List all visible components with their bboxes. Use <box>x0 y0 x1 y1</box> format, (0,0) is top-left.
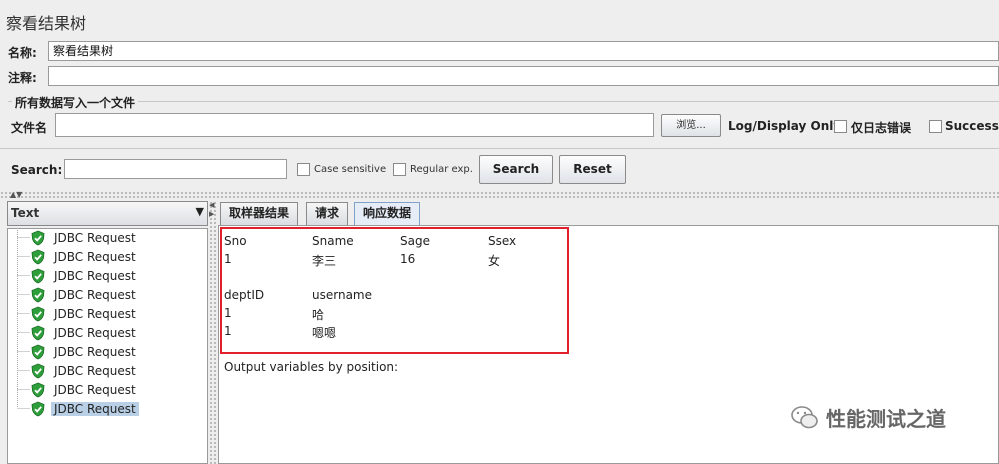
tree-item-label: JDBC Request <box>54 325 136 340</box>
success-shield-icon <box>31 363 45 378</box>
successes-label: Successes <box>945 119 999 133</box>
comment-label: 注释: <box>8 71 37 85</box>
highlight-box <box>220 227 569 354</box>
watermark-text: 性能测试之道 <box>826 407 946 431</box>
search-button[interactable]: Search <box>479 155 553 184</box>
success-shield-icon <box>31 306 45 321</box>
browse-button[interactable]: 浏览... <box>661 114 721 137</box>
tree-item-label: JDBC Request <box>54 249 136 264</box>
output-variables-text: Output variables by position: <box>224 360 399 374</box>
success-shield-icon <box>31 382 45 397</box>
search-input[interactable] <box>64 159 287 179</box>
tree-item[interactable]: JDBC Request <box>30 342 139 361</box>
file-group-border <box>8 101 999 102</box>
tree-item[interactable]: JDBC Request <box>30 266 139 285</box>
tab-sampler-result[interactable]: 取样器结果 <box>220 202 299 225</box>
name-label: 名称: <box>8 46 37 60</box>
search-label: Search: <box>11 163 63 177</box>
tree-item-label: JDBC Request <box>54 382 136 397</box>
success-shield-icon <box>31 325 45 340</box>
tree-item[interactable]: JDBC Request <box>30 228 139 247</box>
tree-item-label: JDBC Request <box>54 363 136 378</box>
vertical-splitter[interactable] <box>209 201 216 464</box>
tab-response-data[interactable]: 响应数据 <box>354 202 421 225</box>
watermark: 性能测试之道 <box>790 403 946 432</box>
case-sensitive-label: Case sensitive <box>314 164 387 175</box>
chevron-down-icon: ▼ <box>195 205 204 218</box>
case-sensitive-checkbox[interactable] <box>297 163 310 176</box>
tree-item[interactable]: JDBC Request <box>30 380 139 399</box>
tab-request[interactable]: 请求 <box>306 202 349 225</box>
regex-checkbox[interactable] <box>393 163 406 176</box>
filename-input[interactable] <box>55 113 654 137</box>
success-shield-icon <box>31 249 45 264</box>
log-display-label: Log/Display Only: <box>728 119 846 133</box>
tree-item-label: JDBC Request <box>51 401 139 416</box>
file-group-legend: 所有数据写入一个文件 <box>12 94 139 111</box>
horizontal-splitter[interactable] <box>0 191 999 198</box>
errors-label: 仅日志错误 <box>851 121 912 135</box>
success-shield-icon <box>31 268 45 283</box>
tree-item-label: JDBC Request <box>54 230 136 245</box>
regex-label: Regular exp. <box>410 164 473 175</box>
reset-button[interactable]: Reset <box>559 155 626 184</box>
tree-item-label: JDBC Request <box>54 344 136 359</box>
tree-item-label: JDBC Request <box>54 268 136 283</box>
page-title: 察看结果树 <box>6 14 87 33</box>
search-divider <box>0 148 999 149</box>
tree-item[interactable]: JDBC Request <box>30 361 139 380</box>
success-shield-icon <box>31 287 45 302</box>
name-field[interactable]: 察看结果树 <box>48 41 999 61</box>
renderer-select-value: Text <box>11 206 40 220</box>
tree-item[interactable]: JDBC Request <box>30 285 139 304</box>
successes-checkbox[interactable] <box>929 120 942 133</box>
wechat-icon <box>791 405 818 428</box>
errors-checkbox[interactable] <box>834 120 847 133</box>
comment-field[interactable] <box>48 66 999 86</box>
tree-item[interactable]: JDBC Request <box>30 399 139 418</box>
success-shield-icon <box>31 230 45 245</box>
collapse-arrows-icon[interactable]: ▲▼ <box>10 190 22 199</box>
tree-item[interactable]: JDBC Request <box>30 247 139 266</box>
success-shield-icon <box>31 344 45 359</box>
success-shield-icon <box>31 401 45 416</box>
tree-item-label: JDBC Request <box>54 287 136 302</box>
tree-item[interactable]: JDBC Request <box>30 304 139 323</box>
filename-label: 文件名 <box>11 121 48 135</box>
tree-item-label: JDBC Request <box>54 306 136 321</box>
expand-arrows-icon[interactable]: ◀ ▶ <box>209 201 214 219</box>
renderer-select[interactable]: Text ▼ <box>7 201 208 226</box>
tree-item[interactable]: JDBC Request <box>30 323 139 342</box>
